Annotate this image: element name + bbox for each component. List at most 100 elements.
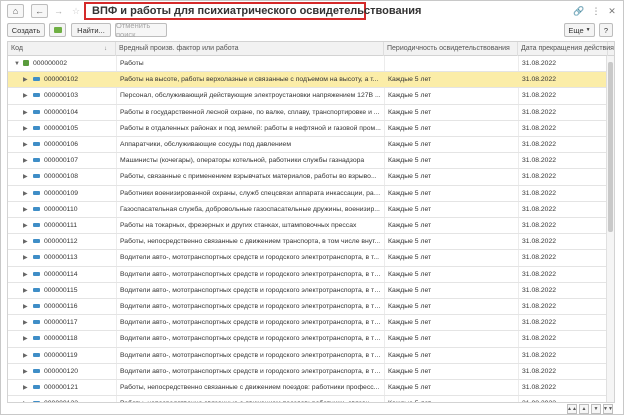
- table-row[interactable]: ▶ 000000121 Работы, непосредственно связан…: [8, 380, 614, 397]
- expand-icon[interactable]: ▶: [23, 137, 28, 153]
- cell-period: Каждые 5 лет: [388, 76, 432, 84]
- title-highlight: ВПФ и работы для психиатрического освиде…: [84, 2, 421, 20]
- cell-end-date: 31.08.2022: [522, 270, 557, 278]
- column-header-code[interactable]: Код ↓: [8, 42, 116, 56]
- item-icon: [33, 109, 40, 114]
- table-row[interactable]: ▶ 000000111 Работы на токарных, фрезерных …: [8, 218, 614, 235]
- scrollbar-thumb[interactable]: [608, 62, 613, 232]
- item-icon: [33, 304, 40, 308]
- find-button[interactable]: Найти...: [71, 23, 111, 37]
- cell-period: Каждые 5 лет: [388, 92, 432, 100]
- expand-icon[interactable]: ▶: [23, 121, 28, 137]
- column-header-end-date[interactable]: Дата прекращения действия: [518, 42, 614, 56]
- item-icon: [33, 287, 40, 292]
- expand-icon[interactable]: ▶: [23, 283, 28, 299]
- cell-code: 000000113: [44, 254, 78, 262]
- table-row[interactable]: ▶ 000000114 Водители авто-, мототранспортн…: [8, 267, 614, 283]
- table-row[interactable]: ▶ 000000119 Водители авто-, мототранспортн…: [8, 348, 614, 364]
- table-row-group[interactable]: ▼ 000000002 Работы 31.08.2022: [8, 56, 614, 73]
- cell-factor: Работы, непосредственно связанные с движ…: [120, 238, 381, 246]
- close-icon[interactable]: ✕: [606, 5, 618, 17]
- expand-icon[interactable]: ▶: [23, 186, 28, 202]
- expand-icon[interactable]: ▶: [23, 169, 28, 185]
- title-bar: ⌂ ← → ☆ ВПФ и работы для психиатрическог…: [1, 1, 623, 21]
- create-button[interactable]: Создать: [7, 23, 45, 37]
- cell-code: 000000106: [44, 141, 79, 148]
- expand-icon[interactable]: ▶: [23, 380, 28, 396]
- arrow-left-icon: ←: [35, 6, 44, 16]
- cell-period: Каждые 5 лет: [388, 351, 432, 359]
- help-button[interactable]: ?: [599, 23, 613, 37]
- back-button[interactable]: ←: [31, 4, 48, 18]
- item-icon: [33, 158, 40, 163]
- cell-period: Каждые 5 лет: [388, 205, 432, 213]
- cell-code: 000000118: [44, 335, 78, 343]
- cell-factor: Водители авто-, мототранспортных средств…: [120, 319, 382, 327]
- expand-icon[interactable]: ▶: [23, 396, 28, 402]
- cell-end-date: 31.08.2022: [522, 384, 557, 391]
- add-folder-button[interactable]: [49, 23, 66, 37]
- cell-code: 000000110: [44, 205, 78, 213]
- page-first-icon[interactable]: ▲▲: [567, 404, 577, 414]
- expand-icon[interactable]: ▶: [23, 331, 28, 347]
- cancel-search-button[interactable]: Отменить поиск: [115, 21, 167, 39]
- table-row[interactable]: ▶ 000000122 Работы, непосредственно связан…: [8, 396, 614, 402]
- table-row[interactable]: ▶ 000000109 Работники военизированной охра…: [8, 186, 614, 202]
- table-row[interactable]: ▶ 000000113 Водители авто-, мототранспортн…: [8, 250, 614, 267]
- table-row[interactable]: ▶ 000000105 Работы в отдаленных районах и …: [8, 121, 614, 137]
- expand-icon[interactable]: ▶: [23, 315, 28, 331]
- table-row[interactable]: ▶ 000000116 Водители авто-, мототранспортн…: [8, 299, 614, 316]
- table-row[interactable]: ▶ 000000110 Газоспасательная служба, добро…: [8, 202, 614, 218]
- table-row[interactable]: ▶ 000000108 Работы, связанные с применение…: [8, 169, 614, 186]
- table-row[interactable]: ▶ 000000118 Водители авто-, мототранспортн…: [8, 331, 614, 348]
- expand-icon[interactable]: ▶: [23, 218, 28, 234]
- table-row[interactable]: ▶ 000000106 Аппаратчики, обслуживающие сос…: [8, 137, 614, 154]
- column-header-period[interactable]: Периодичность освидетельствования: [384, 42, 518, 56]
- column-header-factor[interactable]: Вредный произв. фактор или работа: [116, 42, 384, 56]
- cell-code: 000000112: [44, 238, 78, 246]
- expand-icon[interactable]: ▶: [23, 105, 28, 121]
- expand-icon[interactable]: ▶: [23, 348, 28, 364]
- page-down-icon[interactable]: ▼: [591, 404, 601, 414]
- cell-end-date: 31.08.2022: [522, 396, 602, 402]
- cell-code: 000000002: [33, 60, 68, 67]
- table-row[interactable]: ▶ 000000112 Работы, непосредственно связан…: [8, 234, 614, 251]
- cell-period: [388, 56, 516, 72]
- arrow-right-icon: →: [54, 6, 63, 16]
- expand-icon[interactable]: ▶: [23, 299, 28, 315]
- expand-icon[interactable]: ▶: [23, 72, 28, 88]
- cell-factor: Работы: [120, 60, 144, 67]
- page-last-icon[interactable]: ▼▼: [603, 404, 613, 414]
- expand-icon[interactable]: ▶: [23, 153, 28, 169]
- expand-icon[interactable]: ▶: [23, 364, 28, 380]
- cell-factor: Водители авто-, мототранспортных средств…: [120, 335, 382, 343]
- table-row[interactable]: ▶ 000000117 Водители авто-, мототранспортн…: [8, 315, 614, 332]
- more-button[interactable]: Еще ▼: [564, 23, 595, 37]
- cell-code: 000000107: [44, 157, 79, 165]
- vertical-scrollbar[interactable]: [606, 56, 614, 402]
- expand-icon[interactable]: ▶: [23, 250, 28, 266]
- cell-period: Каждые 5 лет: [388, 254, 432, 262]
- cell-code: 000000116: [44, 303, 78, 310]
- table-row[interactable]: ▶ 000000103 Персонал, обслуживающий действ…: [8, 88, 614, 105]
- more-vertical-icon[interactable]: ⋮: [590, 5, 602, 17]
- collapse-icon[interactable]: ▼: [14, 56, 20, 72]
- star-icon[interactable]: ☆: [70, 5, 82, 17]
- cell-end-date: 31.08.2022: [522, 92, 557, 100]
- table-row[interactable]: ▶ 000000102 Работы на высоте, работы верхо…: [8, 72, 614, 89]
- table-row[interactable]: ▶ 000000107 Машинисты (кочегары), оператор…: [8, 153, 614, 170]
- cell-end-date: 31.08.2022: [522, 351, 557, 359]
- expand-icon[interactable]: ▶: [23, 88, 28, 104]
- forward-button[interactable]: →: [50, 4, 67, 18]
- table-row[interactable]: ▶ 000000115 Водители авто-, мототранспортн…: [8, 283, 614, 299]
- expand-icon[interactable]: ▶: [23, 202, 28, 218]
- cell-period: Каждые 5 лет: [388, 108, 432, 116]
- table-row[interactable]: ▶ 000000120 Водители авто-, мототранспортн…: [8, 364, 614, 380]
- expand-icon[interactable]: ▶: [23, 267, 28, 283]
- table-row[interactable]: ▶ 000000104 Работы в государственной лесно…: [8, 105, 614, 121]
- link-icon[interactable]: 🔗: [573, 5, 585, 17]
- expand-icon[interactable]: ▶: [23, 234, 28, 250]
- cell-end-date: 31.08.2022: [522, 254, 557, 262]
- page-up-icon[interactable]: ▲: [579, 404, 589, 414]
- home-button[interactable]: ⌂: [7, 4, 24, 18]
